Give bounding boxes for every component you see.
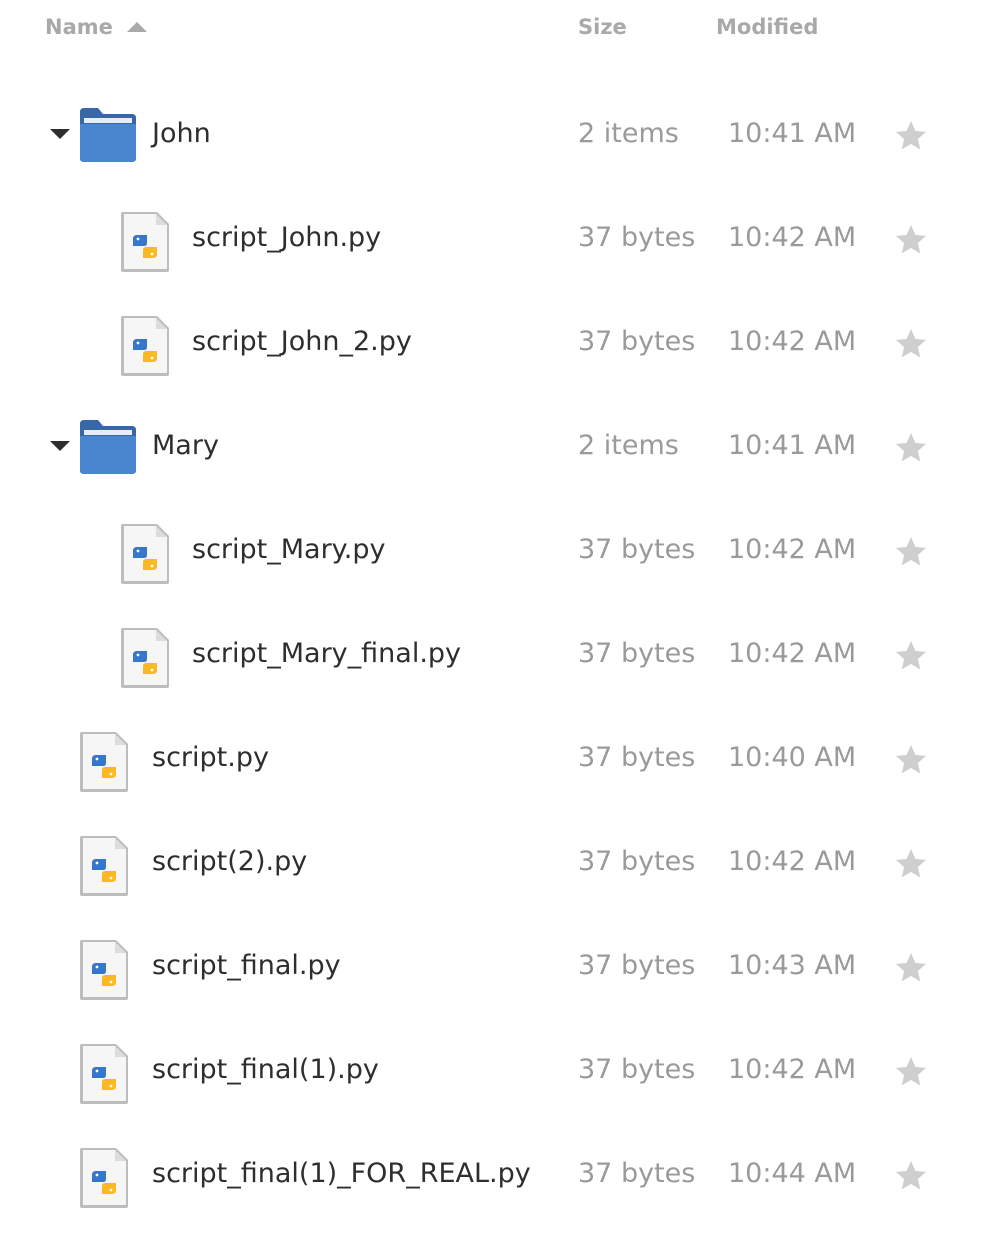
row-name: script_Mary.py xyxy=(192,534,386,565)
row-size: 37 bytes xyxy=(578,742,696,773)
python-file-icon xyxy=(121,212,175,272)
star-icon[interactable] xyxy=(893,742,929,778)
expander-arrow-icon[interactable] xyxy=(50,129,70,139)
row-modified: 10:42 AM xyxy=(728,326,857,357)
row-size: 2 items xyxy=(578,430,679,461)
star-icon[interactable] xyxy=(893,950,929,986)
folder-icon xyxy=(80,108,136,162)
python-file-icon xyxy=(121,316,175,376)
star-icon[interactable] xyxy=(893,326,929,362)
row-name: Mary xyxy=(152,430,219,461)
row-size: 37 bytes xyxy=(578,222,696,253)
table-row[interactable]: John 2 items 10:41 AM xyxy=(0,82,985,186)
star-icon[interactable] xyxy=(893,1158,929,1194)
star-icon[interactable] xyxy=(893,638,929,674)
column-header: Name Size Modified xyxy=(0,0,985,56)
row-name: script_Mary_final.py xyxy=(192,638,462,669)
row-size: 37 bytes xyxy=(578,638,696,669)
row-modified: 10:44 AM xyxy=(728,1158,857,1189)
table-row[interactable]: script_final(1)_FOR_REAL.py 37 bytes 10:… xyxy=(0,1122,985,1226)
star-icon[interactable] xyxy=(893,430,929,466)
python-file-icon xyxy=(80,1044,134,1104)
name-column-label: Name xyxy=(45,15,113,39)
star-icon[interactable] xyxy=(893,1054,929,1090)
python-file-icon xyxy=(121,628,175,688)
star-icon[interactable] xyxy=(893,534,929,570)
folder-icon xyxy=(80,420,136,474)
size-column-header[interactable]: Size xyxy=(578,12,627,42)
row-modified: 10:42 AM xyxy=(728,638,857,669)
table-row[interactable]: script_John_2.py 37 bytes 10:42 AM xyxy=(0,290,985,394)
table-row[interactable]: script.py 37 bytes 10:40 AM xyxy=(0,706,985,810)
expander-arrow-icon[interactable] xyxy=(50,441,70,451)
table-row[interactable]: script_Mary.py 37 bytes 10:42 AM xyxy=(0,498,985,602)
row-modified: 10:41 AM xyxy=(728,430,857,461)
table-row[interactable]: script_final(1).py 37 bytes 10:42 AM xyxy=(0,1018,985,1122)
table-row[interactable]: script_Mary_final.py 37 bytes 10:42 AM xyxy=(0,602,985,706)
table-row[interactable]: Mary 2 items 10:41 AM xyxy=(0,394,985,498)
python-file-icon xyxy=(80,836,134,896)
python-file-icon xyxy=(121,524,175,584)
row-name: script_John.py xyxy=(192,222,382,253)
row-modified: 10:42 AM xyxy=(728,534,857,565)
row-size: 37 bytes xyxy=(578,846,696,877)
table-row[interactable]: script_final.py 37 bytes 10:43 AM xyxy=(0,914,985,1018)
row-name: John xyxy=(152,118,211,149)
table-row[interactable]: script_John.py 37 bytes 10:42 AM xyxy=(0,186,985,290)
star-icon[interactable] xyxy=(893,118,929,154)
row-modified: 10:42 AM xyxy=(728,1054,857,1085)
row-modified: 10:43 AM xyxy=(728,950,857,981)
name-column-header[interactable]: Name xyxy=(45,12,147,42)
row-size: 37 bytes xyxy=(578,1158,696,1189)
row-name: script_John_2.py xyxy=(192,326,412,357)
row-name: script(2).py xyxy=(152,846,308,877)
modified-column-header[interactable]: Modified xyxy=(716,12,818,42)
star-icon[interactable] xyxy=(893,222,929,258)
python-file-icon xyxy=(80,940,134,1000)
row-modified: 10:40 AM xyxy=(728,742,857,773)
row-size: 37 bytes xyxy=(578,326,696,357)
row-name: script_final.py xyxy=(152,950,341,981)
row-size: 37 bytes xyxy=(578,1054,696,1085)
row-size: 37 bytes xyxy=(578,534,696,565)
row-size: 37 bytes xyxy=(578,950,696,981)
sort-ascending-icon xyxy=(126,22,147,32)
row-name: script.py xyxy=(152,742,269,773)
file-list: John 2 items 10:41 AM script_John.py 37 … xyxy=(0,82,985,1226)
row-name: script_final(1).py xyxy=(152,1054,379,1085)
star-icon[interactable] xyxy=(893,846,929,882)
row-size: 2 items xyxy=(578,118,679,149)
row-modified: 10:42 AM xyxy=(728,222,857,253)
python-file-icon xyxy=(80,1148,134,1208)
table-row[interactable]: script(2).py 37 bytes 10:42 AM xyxy=(0,810,985,914)
python-file-icon xyxy=(80,732,134,792)
row-modified: 10:41 AM xyxy=(728,118,857,149)
row-modified: 10:42 AM xyxy=(728,846,857,877)
row-name: script_final(1)_FOR_REAL.py xyxy=(152,1158,531,1189)
